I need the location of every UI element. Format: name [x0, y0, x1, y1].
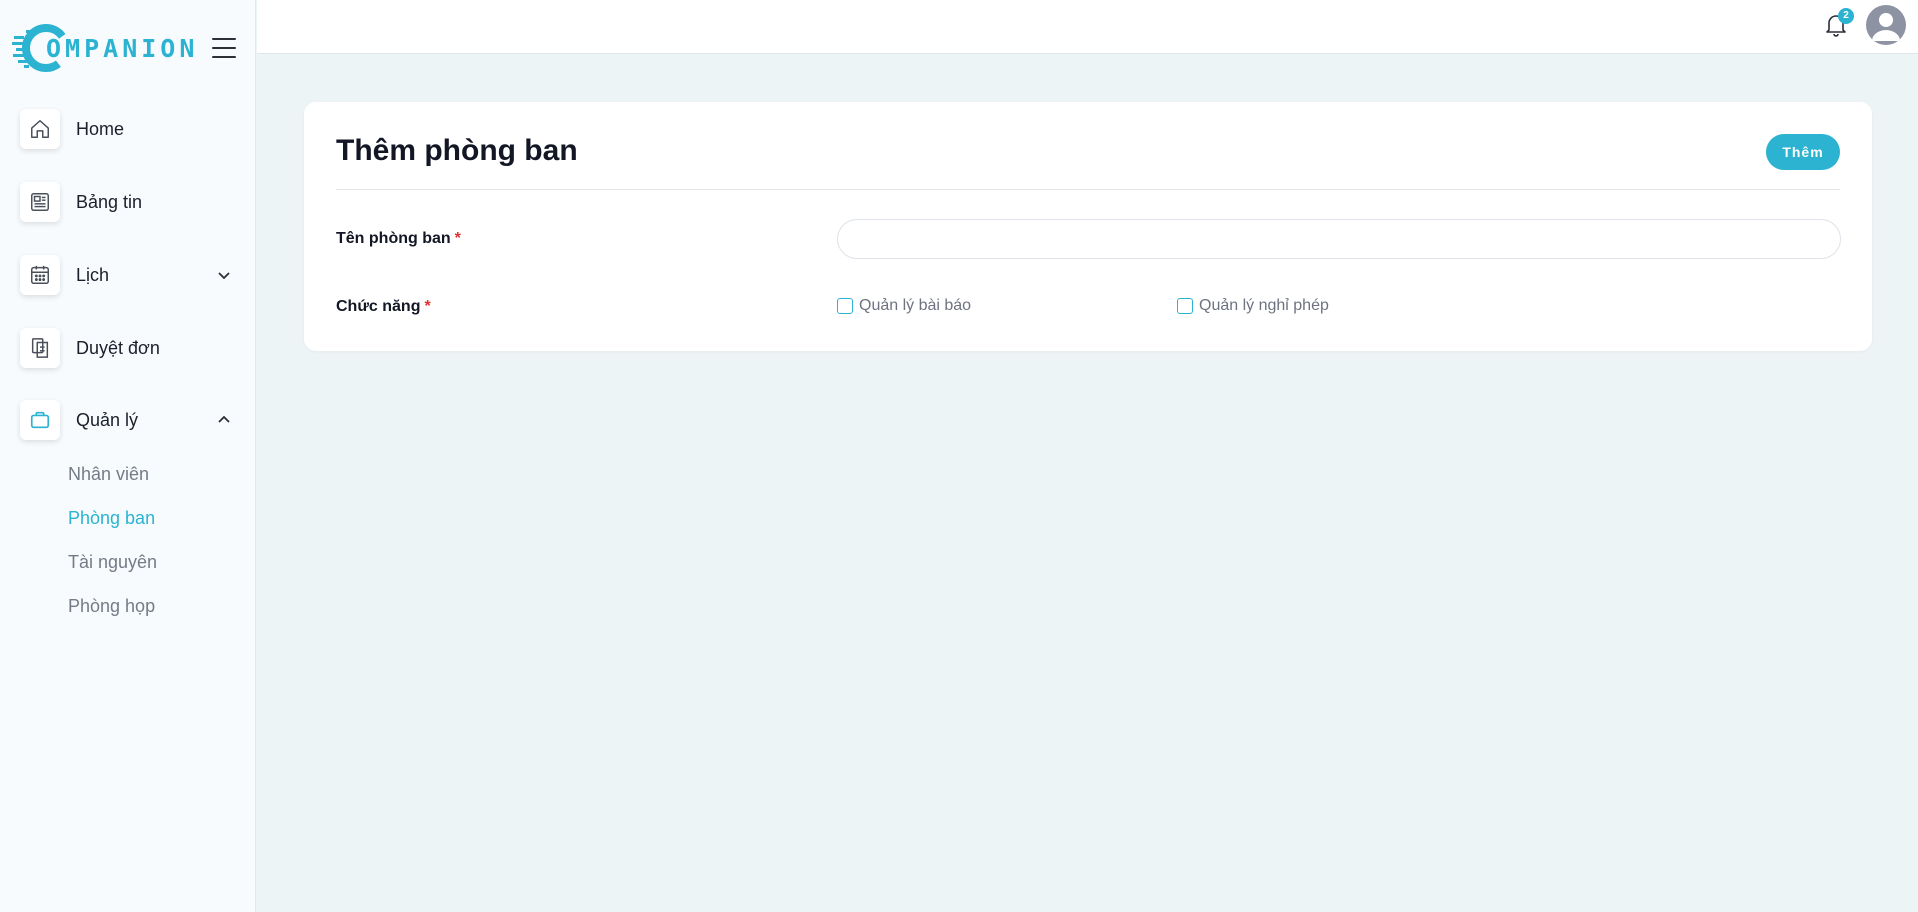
checkbox-box[interactable]	[837, 298, 853, 314]
department-name-input[interactable]	[837, 219, 1841, 259]
page-title: Thêm phòng ban	[336, 134, 578, 167]
sidebar-item-label: Quản lý	[76, 409, 139, 430]
article-management-checkbox[interactable]: Quản lý bài báo	[837, 297, 971, 315]
chevron-down-icon[interactable]	[216, 267, 232, 288]
divider	[336, 189, 1840, 190]
sidebar-item-home[interactable]: Home	[20, 107, 240, 151]
calendar-icon	[20, 255, 60, 295]
briefcase-icon	[20, 400, 60, 440]
logo[interactable]: OMPANION	[12, 22, 198, 74]
functions-label-text: Chức năng	[336, 298, 421, 315]
sidebar-item-news[interactable]: Bảng tin	[20, 180, 240, 224]
sidebar-item-calendar[interactable]: Lịch	[20, 253, 240, 297]
checkbox-label: Quản lý nghỉ phép	[1199, 297, 1329, 314]
hamburger-menu-icon[interactable]	[212, 38, 236, 58]
required-mark: *	[424, 298, 431, 315]
sidebar-item-label: Lịch	[76, 264, 110, 285]
functions-label: Chức năng *	[336, 298, 431, 316]
add-department-card: Thêm phòng ban Thêm Tên phòng ban * Chức …	[304, 102, 1872, 351]
leave-management-checkbox[interactable]: Quản lý nghỉ phép	[1177, 297, 1329, 315]
required-mark: *	[454, 230, 461, 247]
top-bar: 2	[257, 0, 1918, 54]
sidebar: OMPANION Home Bảng tin Lịch Duyệt đơn Qu…	[0, 0, 256, 912]
subnav-item-meeting-rooms[interactable]: Phòng họp	[68, 596, 155, 617]
checkbox-box[interactable]	[1177, 298, 1193, 314]
subnav-item-employees[interactable]: Nhân viên	[68, 464, 149, 485]
add-button[interactable]: Thêm	[1766, 134, 1840, 170]
logo-mark-icon	[12, 22, 70, 74]
documents-icon	[20, 328, 60, 368]
notification-bell-icon[interactable]: 2	[1824, 8, 1854, 38]
home-icon	[20, 109, 60, 149]
subnav-item-resources[interactable]: Tài nguyên	[68, 552, 157, 573]
sidebar-item-label: Duyệt đơn	[76, 337, 160, 358]
sidebar-item-management[interactable]: Quản lý	[20, 398, 240, 442]
user-avatar[interactable]	[1866, 5, 1906, 45]
sidebar-item-label: Home	[76, 118, 125, 139]
chevron-up-icon[interactable]	[216, 412, 232, 433]
notification-count-badge: 2	[1838, 8, 1854, 24]
logo-text: OMPANION	[46, 33, 199, 63]
department-name-label: Tên phòng ban *	[336, 230, 461, 248]
sidebar-item-label: Bảng tin	[76, 191, 143, 212]
newspaper-icon	[20, 182, 60, 222]
sidebar-item-approvals[interactable]: Duyệt đơn	[20, 326, 240, 370]
checkbox-label: Quản lý bài báo	[859, 297, 972, 314]
department-name-label-text: Tên phòng ban	[336, 230, 451, 247]
subnav-item-departments[interactable]: Phòng ban	[68, 508, 155, 529]
